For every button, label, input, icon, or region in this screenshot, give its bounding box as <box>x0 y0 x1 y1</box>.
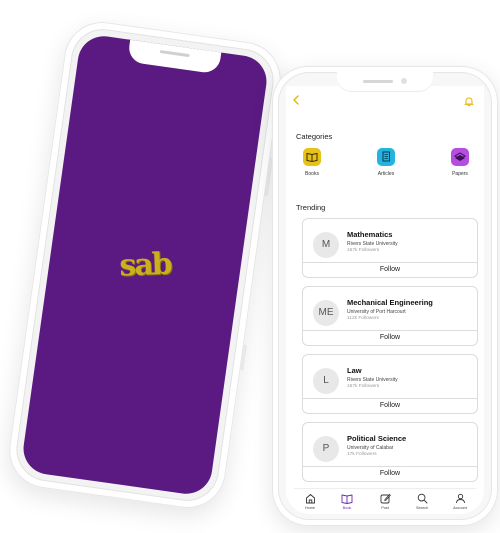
card-university: Rivers State University <box>347 241 398 247</box>
book-icon <box>303 148 321 166</box>
tab-label: Search <box>415 506 429 510</box>
card-title: Political Science <box>347 434 407 443</box>
avatar: L <box>313 368 339 394</box>
document-icon <box>377 148 395 166</box>
home-icon <box>295 492 325 504</box>
trending-card[interactable]: ME Mechanical Engineering University of … <box>302 286 478 346</box>
tab-label: Home <box>304 506 316 510</box>
camera <box>401 78 407 84</box>
tab-label: Post <box>381 506 389 510</box>
category-label: Articles <box>377 171 395 177</box>
search-icon <box>407 492 437 504</box>
follow-button[interactable]: Follow <box>303 262 477 277</box>
trending-card[interactable]: P Political Science University of Calaba… <box>302 422 478 482</box>
app-screen: Categories Books Articles Papers Trendin… <box>286 86 484 514</box>
stack-icon <box>451 148 469 166</box>
user-icon <box>445 492 475 504</box>
edit-icon <box>370 492 400 504</box>
tab-label: Account <box>453 506 467 510</box>
card-title: Law <box>347 366 362 375</box>
card-followers: 112k Followers <box>347 316 379 321</box>
avatar: P <box>313 436 339 462</box>
category-label: Books <box>305 171 319 177</box>
tab-post[interactable]: Post <box>370 492 400 510</box>
follow-button[interactable]: Follow <box>303 330 477 345</box>
trending-card[interactable]: M Mathematics Rivers State University 16… <box>302 218 478 278</box>
trending-heading: Trending <box>296 203 326 212</box>
bottom-tab-bar: Home Book Post Search Account <box>294 488 476 515</box>
category-articles[interactable]: Articles <box>366 148 406 177</box>
speaker <box>363 80 393 83</box>
book-icon <box>332 492 362 504</box>
tab-label: Book <box>342 506 352 510</box>
card-title: Mathematics <box>347 230 393 239</box>
card-university: Rivers State University <box>347 377 398 383</box>
card-university: University of Calabar <box>347 445 394 451</box>
tab-home[interactable]: Home <box>295 492 325 510</box>
follow-button[interactable]: Follow <box>303 466 477 481</box>
chevron-left-icon[interactable] <box>292 94 306 108</box>
category-label: Papers <box>452 171 468 177</box>
card-followers: 167k Followers <box>347 248 380 253</box>
follow-button[interactable]: Follow <box>303 398 477 413</box>
categories-heading: Categories <box>296 132 333 141</box>
category-books[interactable]: Books <box>292 148 332 177</box>
app-logo: sab <box>118 246 172 284</box>
avatar: ME <box>313 300 339 326</box>
phone-notch <box>337 72 433 92</box>
tab-search[interactable]: Search <box>407 492 437 510</box>
category-papers[interactable]: Papers <box>440 148 480 177</box>
avatar: M <box>313 232 339 258</box>
card-followers: 167k Followers <box>347 384 380 389</box>
app-phone: Categories Books Articles Papers Trendin… <box>272 66 498 526</box>
bell-icon[interactable] <box>464 94 478 108</box>
splash-screen: sab <box>20 32 270 498</box>
tab-account[interactable]: Account <box>445 492 475 510</box>
card-title: Mechanical Engineering <box>347 298 433 307</box>
tab-book[interactable]: Book <box>332 492 362 510</box>
card-university: University of Port Harcourt <box>347 309 406 315</box>
card-followers: 17k Followers <box>347 452 377 457</box>
trending-card[interactable]: L Law Rivers State University 167k Follo… <box>302 354 478 414</box>
side-button <box>240 344 247 371</box>
splash-phone: sab <box>4 17 286 513</box>
